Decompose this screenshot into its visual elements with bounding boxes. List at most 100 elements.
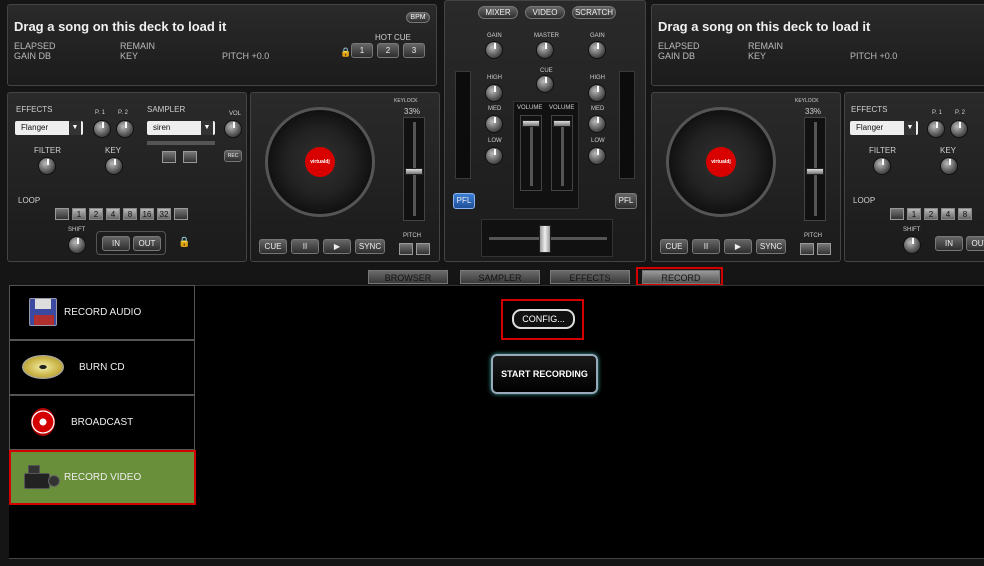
loop-label: LOOP: [18, 196, 41, 205]
high-left-knob[interactable]: [485, 84, 503, 102]
right-platter[interactable]: virtualdj: [666, 107, 776, 217]
p2-label: P. 2: [118, 110, 128, 116]
loop-lock-icon[interactable]: 🔒: [178, 237, 190, 248]
start-recording-button[interactable]: START RECORDING: [491, 354, 598, 394]
gain-right-label: GAIN: [590, 33, 605, 39]
right-key-knob[interactable]: [940, 157, 958, 175]
left-platter-label: virtualdj: [305, 147, 335, 177]
shift-knob[interactable]: [68, 236, 86, 254]
volume-left-fader[interactable]: [520, 115, 542, 191]
tab-browser[interactable]: BROWSER: [368, 270, 448, 284]
effects-select[interactable]: Flanger: [15, 121, 83, 135]
config-button[interactable]: CONFIG...: [512, 309, 575, 329]
high-right-knob[interactable]: [588, 84, 606, 102]
left-play-button[interactable]: ▶: [323, 239, 351, 254]
loop-2[interactable]: 2: [89, 208, 103, 220]
left-pitch-up[interactable]: [416, 243, 430, 255]
crossfader-handle[interactable]: [539, 225, 551, 253]
hot-cue-1[interactable]: 1: [351, 43, 373, 58]
right-shift-knob[interactable]: [903, 236, 921, 254]
record-audio-item[interactable]: RECORD AUDIO: [9, 285, 195, 340]
sampler-select[interactable]: siren: [147, 121, 215, 135]
hot-cue-3[interactable]: 3: [403, 43, 425, 58]
right-cue-button[interactable]: CUE: [660, 239, 688, 254]
left-pause-button[interactable]: II: [291, 239, 319, 254]
loop-32[interactable]: 32: [157, 208, 171, 220]
sampler-next-button[interactable]: [183, 151, 197, 163]
right-loop-out-button[interactable]: OUT: [966, 236, 984, 251]
sampler-vol-knob[interactable]: [224, 120, 242, 138]
right-loop-in-button[interactable]: IN: [935, 236, 963, 251]
left-deck-info: Drag a song on this deck to load it BPM …: [7, 4, 437, 86]
p2-knob[interactable]: [116, 120, 134, 138]
sampler-prev-button[interactable]: [162, 151, 176, 163]
tab-effects[interactable]: EFFECTS: [550, 270, 630, 284]
volume-right-fader[interactable]: [551, 115, 573, 191]
hot-cue-2[interactable]: 2: [377, 43, 399, 58]
right-p1-knob[interactable]: [927, 120, 945, 138]
right-loop-label: LOOP: [853, 196, 876, 205]
low-left-knob[interactable]: [485, 147, 503, 165]
left-pitch-down[interactable]: [399, 243, 413, 255]
burn-cd-item[interactable]: BURN CD: [9, 340, 195, 395]
left-pitch-slider[interactable]: [403, 117, 425, 221]
video-tab[interactable]: VIDEO: [525, 6, 565, 19]
left-platter[interactable]: virtualdj: [265, 107, 375, 217]
hot-cue-label: HOT CUE: [375, 33, 411, 42]
loop-next-button[interactable]: [174, 208, 188, 220]
right-pause-button[interactable]: II: [692, 239, 720, 254]
loop-8[interactable]: 8: [123, 208, 137, 220]
med-left-knob[interactable]: [485, 115, 503, 133]
low-right-knob[interactable]: [588, 147, 606, 165]
record-video-highlight: [9, 450, 196, 505]
fx-key-knob[interactable]: [105, 157, 123, 175]
med-right-label: MED: [591, 106, 605, 112]
gain-right-knob[interactable]: [588, 41, 606, 59]
right-pitch-readout: PITCH +0.0: [850, 51, 898, 61]
right-play-button[interactable]: ▶: [724, 239, 752, 254]
broadcast-item[interactable]: BROADCAST: [9, 395, 195, 450]
left-turntable-panel: virtualdj KEYLOCK 33% CUE II ▶ SYNC PITC…: [250, 92, 440, 262]
right-p2-knob[interactable]: [950, 120, 968, 138]
loop-in-button[interactable]: IN: [102, 236, 130, 251]
left-cue-button[interactable]: CUE: [259, 239, 287, 254]
scratch-tab[interactable]: SCRATCH: [572, 6, 616, 19]
sampler-rec-button[interactable]: REC: [224, 150, 242, 162]
right-loop-4[interactable]: 4: [941, 208, 955, 220]
vol-label: VOL: [229, 111, 242, 117]
right-loop-2[interactable]: 2: [924, 208, 938, 220]
p1-knob[interactable]: [93, 120, 111, 138]
right-keylock-label: KEYLOCK: [795, 98, 819, 104]
master-knob[interactable]: [536, 41, 554, 59]
right-pitch-up[interactable]: [817, 243, 831, 255]
right-pitch-slider[interactable]: [804, 117, 826, 221]
right-effects-select[interactable]: Flanger: [850, 121, 918, 135]
right-loop-prev[interactable]: [890, 208, 904, 220]
fx-key-label: KEY: [105, 146, 122, 155]
right-pitch-down[interactable]: [800, 243, 814, 255]
right-loop-8[interactable]: 8: [958, 208, 972, 220]
bpm-button[interactable]: BPM: [406, 12, 430, 23]
broadcast-icon: [31, 408, 55, 436]
left-sync-button[interactable]: SYNC: [355, 239, 385, 254]
loop-4[interactable]: 4: [106, 208, 120, 220]
elapsed-label: ELAPSED: [14, 41, 56, 51]
loop-out-button[interactable]: OUT: [133, 236, 161, 251]
tab-sampler[interactable]: SAMPLER: [460, 270, 540, 284]
mixer-panel: MIXER VIDEO SCRATCH GAIN MASTER GAIN HIG…: [444, 0, 646, 262]
loop-1[interactable]: 1: [72, 208, 86, 220]
loop-prev-button[interactable]: [55, 208, 69, 220]
mixer-tab[interactable]: MIXER: [478, 6, 518, 19]
right-loop-1[interactable]: 1: [907, 208, 921, 220]
master-label: MASTER: [534, 33, 560, 39]
record-tab-highlight: [636, 267, 723, 286]
med-right-knob[interactable]: [588, 115, 606, 133]
pfl-right-button[interactable]: PFL: [615, 193, 637, 209]
right-sync-button[interactable]: SYNC: [756, 239, 786, 254]
loop-16[interactable]: 16: [140, 208, 154, 220]
cue-mix-knob[interactable]: [536, 75, 554, 93]
pfl-left-button[interactable]: PFL: [453, 193, 475, 209]
filter-knob[interactable]: [38, 157, 56, 175]
gain-left-knob[interactable]: [485, 41, 503, 59]
right-filter-knob[interactable]: [873, 157, 891, 175]
